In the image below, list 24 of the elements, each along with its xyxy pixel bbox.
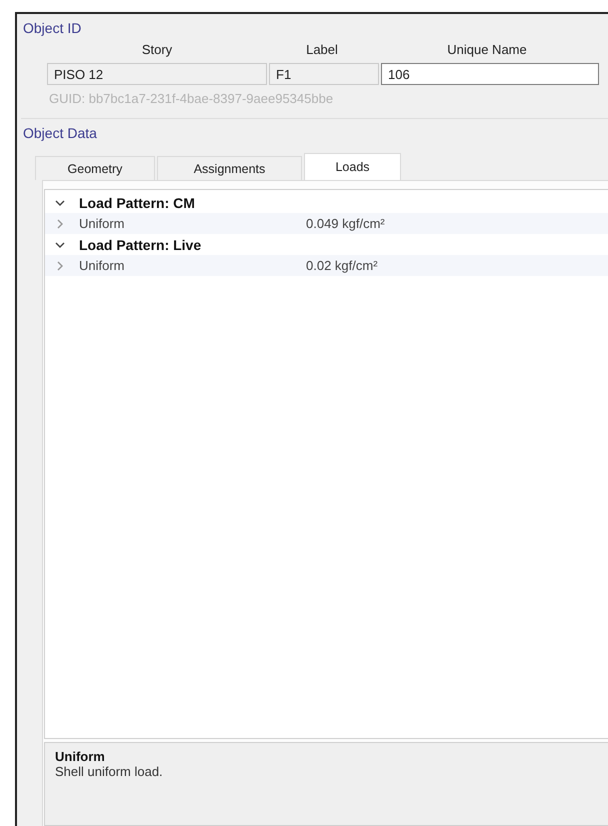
column-header: Unique Name [446,42,528,57]
column-header: Label [305,42,339,57]
chevron-right-icon[interactable] [55,260,65,270]
tab[interactable]: Loads [304,153,401,180]
chevron-down-icon[interactable] [55,198,65,208]
group-title: Object ID [22,19,82,36]
text-field[interactable]: F1 [269,63,379,85]
chevron-down-icon[interactable] [55,240,65,250]
column-header: Story [140,42,174,57]
guid-text: GUID: bb7bc1a7-231f-4bae-8397-9aee95345bbe [49,91,334,106]
text-field[interactable]: 106 [381,63,599,85]
tree-group-label[interactable]: Load Pattern: Live [79,236,202,252]
tab[interactable]: Assignments [157,156,302,180]
description-title: Uniform [55,749,106,764]
property-value: 0.049 kgf/cm² [306,216,385,231]
property-label[interactable]: Uniform [79,216,306,231]
description-text: Shell uniform load. [55,764,164,779]
group-title: Object Data [22,124,98,141]
tab[interactable]: Geometry [35,156,155,180]
tree-group-label[interactable]: Load Pattern: CM [79,194,195,210]
chevron-right-icon[interactable] [55,218,65,228]
property-value: 0.02 kgf/cm² [306,258,378,273]
property-label[interactable]: Uniform [79,258,306,273]
text-field[interactable]: PISO 12 [47,63,267,85]
